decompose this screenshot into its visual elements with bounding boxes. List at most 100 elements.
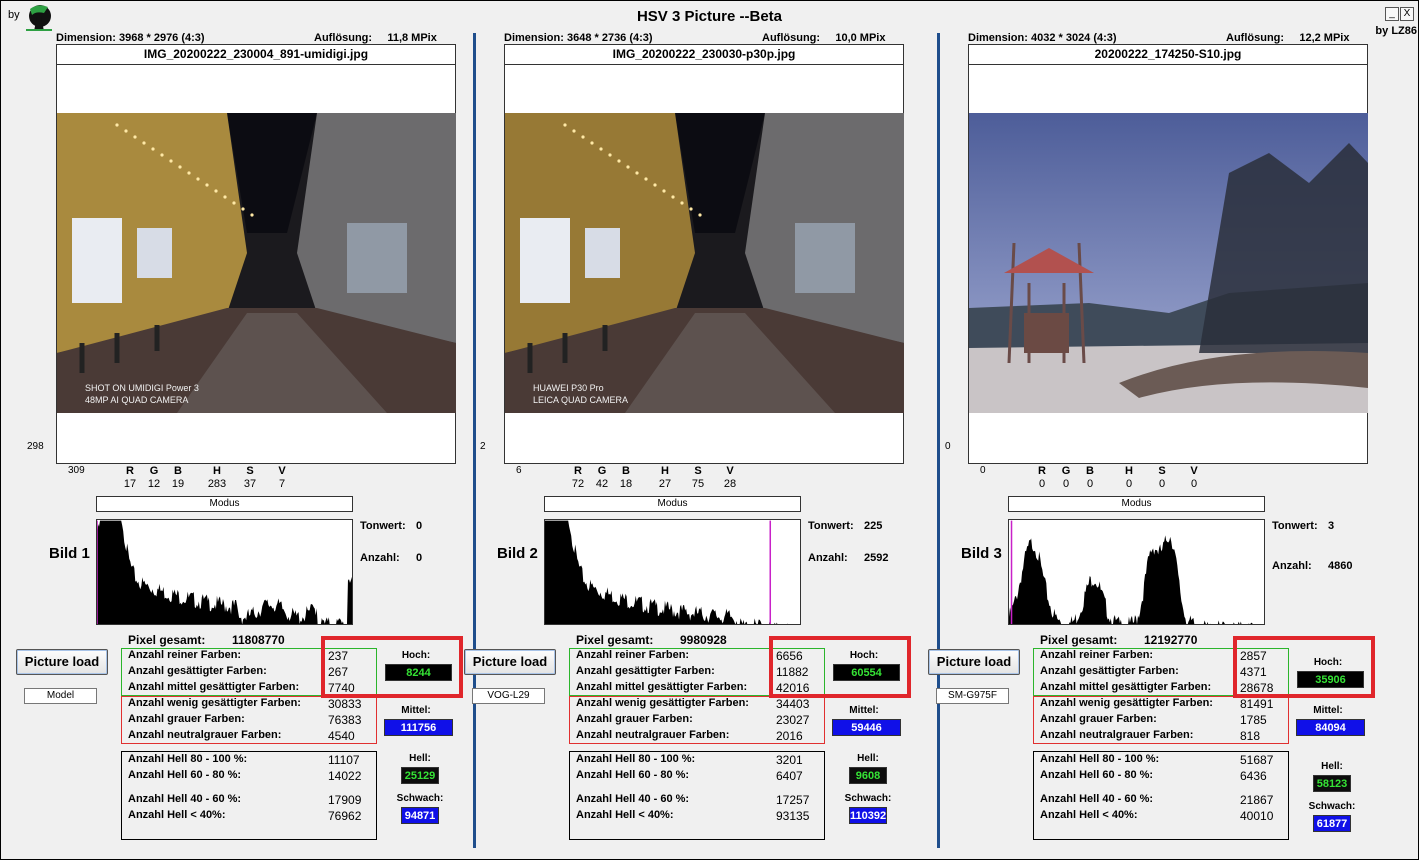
- modus-field[interactable]: Modus: [544, 496, 801, 512]
- bild-label: Bild 1: [49, 545, 90, 562]
- reiner-value: 2857: [1240, 649, 1267, 663]
- histogram-area: [97, 520, 352, 624]
- close-button[interactable]: X: [1400, 7, 1414, 21]
- channel-label: S: [246, 465, 254, 477]
- bild-label: Bild 3: [961, 545, 1002, 562]
- watermark-text: HUAWEI P30 Pro: [533, 383, 604, 393]
- wenig-ges-label: Anzahl wenig gesättigter Farben:: [576, 697, 749, 709]
- grauer-label: Anzahl grauer Farben:: [1040, 713, 1157, 725]
- mittel-ges-value: 7740: [328, 681, 355, 695]
- gesaettigt-label: Anzahl gesättigter Farben:: [576, 665, 715, 677]
- modus-field[interactable]: Modus: [96, 496, 353, 512]
- hoch-label: Hoch:: [849, 650, 879, 661]
- photo-area[interactable]: [969, 113, 1368, 413]
- image-frame[interactable]: IMG_20200222_230004_891-umidigi.jpg SHOT…: [56, 44, 456, 464]
- mittel-ges-label: Anzahl mittel gesättigter Farben:: [1040, 681, 1212, 693]
- hell-value: 25129: [401, 767, 439, 784]
- photo-image: [505, 113, 904, 413]
- image-frame[interactable]: IMG_20200222_230030-p30p.jpg HUAWEI P30 …: [504, 44, 904, 464]
- anzahl-label: Anzahl:: [360, 552, 400, 564]
- dimension-line: Dimension: 4032 * 3024 (4:3): [968, 32, 1117, 44]
- left-value: 0: [945, 441, 951, 452]
- wenig-ges-label: Anzahl wenig gesättigter Farben:: [128, 697, 301, 709]
- histogram[interactable]: [1008, 519, 1265, 625]
- grauer-value: 23027: [776, 713, 810, 727]
- photo-area[interactable]: SHOT ON UMIDIGI Power 3 48MP AI QUAD CAME…: [57, 113, 456, 413]
- channel-value: 0: [1086, 478, 1094, 490]
- dimension-value: 3648 * 2736 (4:3): [566, 32, 653, 44]
- image-frame[interactable]: 20200222_174250-S10.jpg: [968, 44, 1368, 464]
- hell0-label: Anzahl Hell < 40%:: [128, 809, 226, 821]
- model-field[interactable]: SM-G975F: [936, 688, 1009, 704]
- hell-label: Hell:: [1321, 761, 1343, 772]
- tonwert-value: 225: [864, 520, 883, 532]
- reiner-label: Anzahl reiner Farben:: [576, 649, 690, 661]
- wenig-ges-value: 81491: [1240, 697, 1274, 711]
- hell60-value: 14022: [328, 769, 362, 783]
- schwach-value: 110392: [849, 807, 887, 824]
- model-field[interactable]: VOG-L29: [472, 688, 545, 704]
- hell80-value: 11107: [328, 753, 360, 767]
- picture-load-button[interactable]: Picture load: [464, 649, 556, 675]
- channel-value: 7: [278, 478, 286, 490]
- hell0-label: Anzahl Hell < 40%:: [1040, 809, 1138, 821]
- histogram-area: [545, 520, 789, 624]
- schwach-value: 61877: [1313, 815, 1351, 832]
- picture-load-button[interactable]: Picture load: [16, 649, 108, 675]
- reiner-value: 6656: [776, 649, 803, 663]
- corner-value: 0: [980, 465, 986, 476]
- tonwert-label: Tonwert:: [360, 520, 406, 532]
- pixel-total-label: Pixel gesamt:: [576, 633, 654, 647]
- tonwert-value: 0: [416, 520, 423, 532]
- neutralgrau-value: 818: [1240, 729, 1261, 743]
- hoch-value: 35906: [1297, 671, 1364, 688]
- anzahl-value: 2592: [864, 552, 889, 564]
- model-field[interactable]: Model: [24, 688, 97, 704]
- anzahl-value: 4860: [1328, 560, 1353, 572]
- minimize-button[interactable]: _: [1385, 7, 1399, 21]
- left-value: 298: [27, 441, 44, 452]
- grauer-label: Anzahl grauer Farben:: [128, 713, 245, 725]
- pixel-total-value: 11808770: [232, 633, 285, 647]
- channel-value: 18: [619, 478, 633, 490]
- mittel-ges-label: Anzahl mittel gesättigter Farben:: [128, 681, 300, 693]
- mittel-value: 84094: [1296, 719, 1365, 736]
- hell-value: 58123: [1313, 775, 1351, 792]
- channel-label: B: [174, 465, 182, 477]
- pixel-total-value: 12192770: [1144, 633, 1198, 647]
- mittel-value: 59446: [832, 719, 901, 736]
- mittel-ges-label: Anzahl mittel gesättigter Farben:: [576, 681, 748, 693]
- resolution-line: Auflösung: 11,8 MPix: [314, 32, 437, 44]
- modus-field[interactable]: Modus: [1008, 496, 1265, 512]
- wenig-ges-value: 34403: [776, 697, 810, 711]
- neutralgrau-label: Anzahl neutralgrauer Farben:: [1040, 729, 1194, 741]
- watermark-text: LEICA QUAD CAMERA: [533, 395, 629, 405]
- filename-label: IMG_20200222_230004_891-umidigi.jpg: [57, 45, 455, 65]
- channel-value: 37: [243, 478, 257, 490]
- corner-value: 309: [68, 465, 85, 476]
- wenig-ges-label: Anzahl wenig gesättigter Farben:: [1040, 697, 1213, 709]
- channel-value: 0: [1125, 478, 1133, 490]
- hell40-label: Anzahl Hell 40 - 60 %:: [1040, 793, 1154, 805]
- hell60-label: Anzahl Hell 60 - 80 %:: [1040, 769, 1154, 781]
- neutralgrau-label: Anzahl neutralgrauer Farben:: [576, 729, 730, 741]
- mittel-value: 111756: [384, 719, 453, 736]
- resolution-value: 12,2 MPix: [1299, 32, 1350, 44]
- channel-label: B: [1086, 465, 1094, 477]
- histogram[interactable]: [96, 519, 353, 625]
- photo-area[interactable]: HUAWEI P30 Pro LEICA QUAD CAMERA: [505, 113, 904, 413]
- histogram[interactable]: [544, 519, 801, 625]
- channel-value: 75: [691, 478, 705, 490]
- schwach-label: Schwach:: [844, 793, 892, 804]
- photo-image: [969, 113, 1368, 413]
- channel-value: 27: [658, 478, 672, 490]
- grauer-value: 76383: [328, 713, 362, 727]
- channel-label: G: [597, 465, 607, 477]
- hell40-value: 17909: [328, 793, 362, 807]
- picture-load-button[interactable]: Picture load: [928, 649, 1020, 675]
- channel-value: 0: [1158, 478, 1166, 490]
- channel-label: S: [1158, 465, 1166, 477]
- hell80-value: 3201: [776, 753, 803, 767]
- hell40-label: Anzahl Hell 40 - 60 %:: [576, 793, 690, 805]
- grauer-value: 1785: [1240, 713, 1267, 727]
